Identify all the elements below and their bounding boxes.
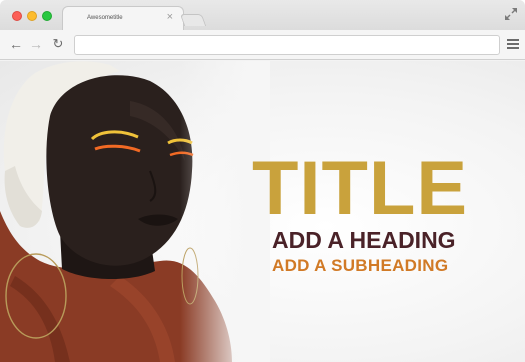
tab-close-icon[interactable]: × <box>167 12 173 23</box>
arrow-left-icon[interactable]: ← <box>9 36 23 52</box>
browser-toolbar: ← → ↻ <box>0 30 525 60</box>
title-bar: Awesometitle × <box>0 0 525 30</box>
hero-title: TITLE <box>252 146 469 231</box>
hamburger-menu-icon[interactable] <box>507 39 519 49</box>
hero-heading: ADD A HEADING <box>272 227 456 253</box>
tab-title: Awesometitle <box>87 15 123 21</box>
minimize-window-button[interactable] <box>27 11 37 21</box>
expand-icon[interactable] <box>505 8 517 20</box>
browser-tab[interactable]: Awesometitle × <box>62 6 184 30</box>
hero-subheading: ADD A SUBHEADING <box>272 256 449 275</box>
close-window-button[interactable] <box>12 11 22 21</box>
page-content: TITLE ADD A HEADING ADD A SUBHEADING <box>0 61 525 362</box>
address-bar[interactable] <box>74 35 500 55</box>
reload-icon[interactable]: ↻ <box>51 36 65 52</box>
maximize-window-button[interactable] <box>42 11 52 21</box>
arrow-right-icon[interactable]: → <box>29 36 43 52</box>
browser-window: Awesometitle × ← → ↻ TITLE ADD A HEADING… <box>0 0 525 362</box>
new-tab-button[interactable] <box>179 14 207 26</box>
